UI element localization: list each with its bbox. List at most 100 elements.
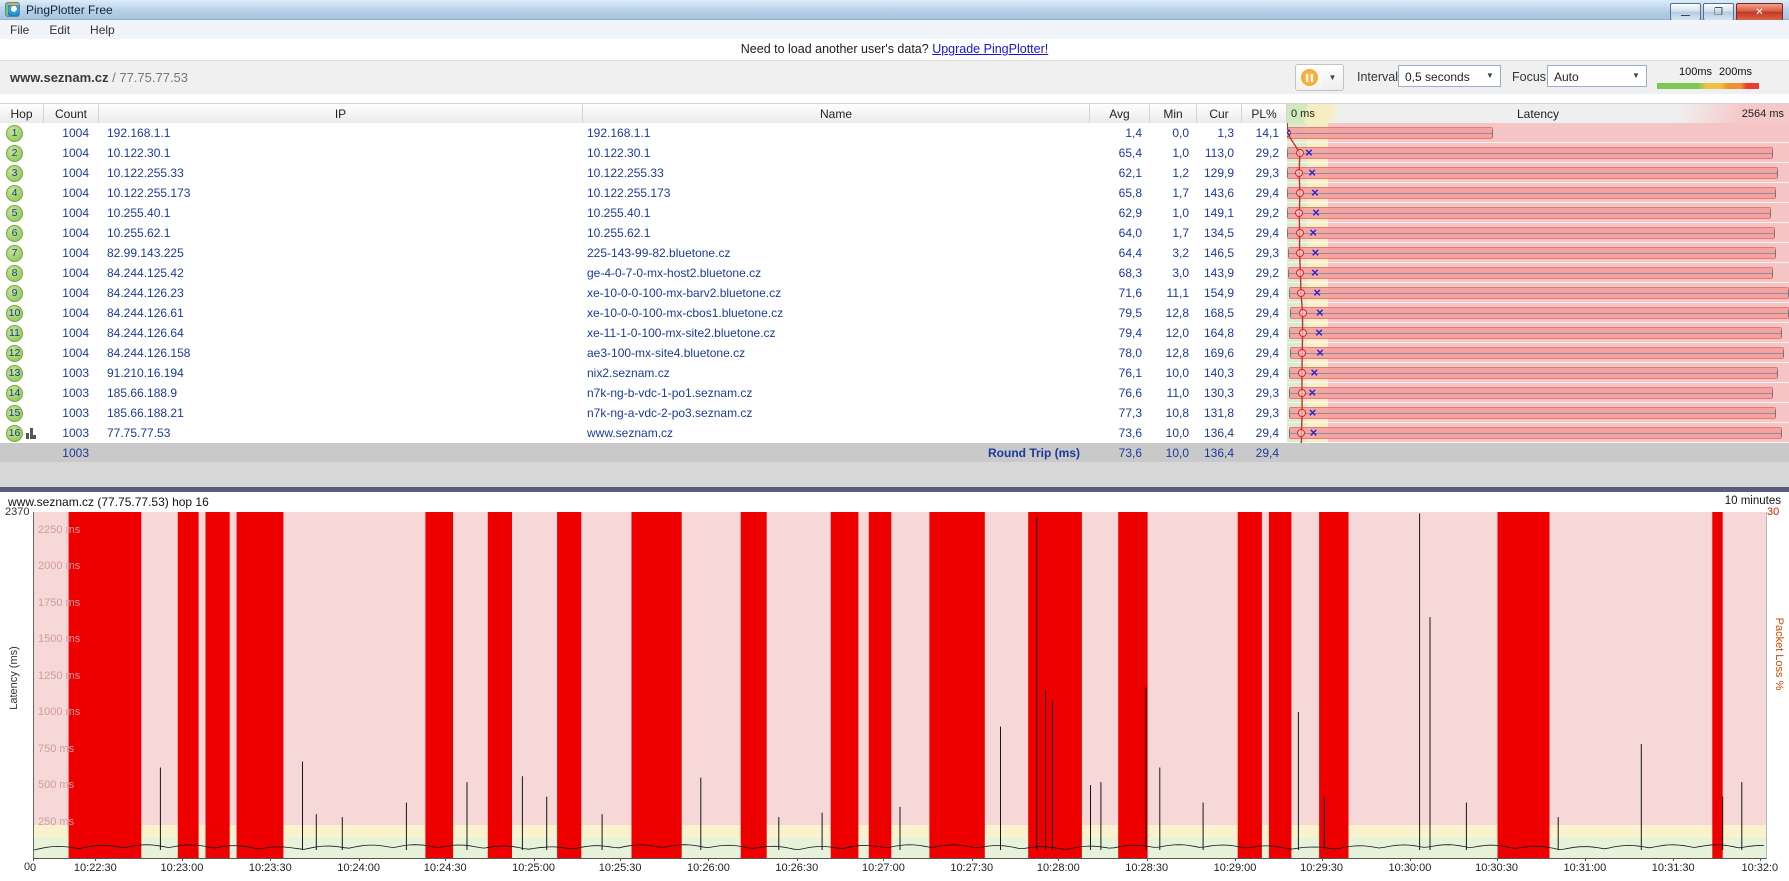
latency-cell: ×: [1287, 163, 1789, 183]
column-header-count[interactable]: Count: [44, 104, 99, 124]
current-marker: ×: [1310, 364, 1318, 382]
latency-cell: ×: [1287, 123, 1789, 143]
time-tick-label: 0: [30, 862, 36, 874]
table-row[interactable]: 8100484.244.125.42ge-4-0-7-0-mx-host2.bl…: [0, 263, 1789, 283]
current-marker: ×: [1311, 184, 1319, 202]
menu-help[interactable]: Help: [80, 21, 125, 39]
hop-number-badge: 8: [6, 265, 23, 282]
menu-file[interactable]: File: [0, 21, 39, 39]
time-tick-label: 10:23:00: [161, 862, 204, 874]
latency-title: Latency: [1517, 107, 1559, 121]
pl-cell: 29,2: [1242, 143, 1287, 163]
min-cell: 3,0: [1150, 263, 1197, 283]
rt-label: Round Trip (ms): [583, 443, 1090, 462]
hop-number-badge: 7: [6, 245, 23, 262]
column-header-ip[interactable]: IP: [99, 104, 583, 124]
hop-number-badge: 2: [6, 145, 23, 162]
avg-marker: [1296, 189, 1304, 197]
timeline-plot[interactable]: 2250 ms2000 ms1750 ms1500 ms1250 ms1000 …: [33, 512, 1767, 859]
avg-marker: [1295, 209, 1303, 217]
count-cell: 1004: [44, 243, 99, 263]
latency-axis-label: Latency (ms): [8, 618, 20, 738]
time-tick-label: 10:24:30: [424, 862, 467, 874]
upgrade-link[interactable]: Upgrade PingPlotter!: [932, 42, 1048, 56]
avg-marker: [1298, 409, 1306, 417]
hop-cell: 4: [0, 183, 44, 203]
table-row[interactable]: 9100484.244.126.23xe-10-0-0-100-mx-barv2…: [0, 283, 1789, 303]
column-header-latency[interactable]: 0 ms Latency 2564 ms: [1287, 104, 1789, 124]
time-tick-label: 10:27:30: [950, 862, 993, 874]
cur-cell: 1,3: [1197, 123, 1242, 143]
table-row[interactable]: 5100410.255.40.110.255.40.162,91,0149,12…: [0, 203, 1789, 223]
avg-cell: 73,6: [1090, 423, 1150, 443]
current-marker: ×: [1316, 304, 1324, 322]
ip-cell: 10.122.255.173: [99, 183, 583, 203]
hop-cell: 14: [0, 383, 44, 403]
avg-marker: [1296, 249, 1304, 257]
current-marker: ×: [1313, 284, 1321, 302]
column-header-cur[interactable]: Cur: [1197, 104, 1242, 124]
hop-cell: 7: [0, 243, 44, 263]
table-row[interactable]: 151003185.66.188.21n7k-ng-a-vdc-2-po3.se…: [0, 403, 1789, 423]
column-header-hop[interactable]: Hop: [0, 104, 44, 124]
hop-cell: 2: [0, 143, 44, 163]
cur-cell: 136,4: [1197, 423, 1242, 443]
min-cell: 12,0: [1150, 323, 1197, 343]
table-row[interactable]: 7100482.99.143.225225-143-99-82.bluetone…: [0, 243, 1789, 263]
focus-select[interactable]: Auto▼: [1547, 65, 1647, 87]
count-cell: 1004: [44, 263, 99, 283]
pause-button[interactable]: [1295, 64, 1324, 91]
rt-avg: 73,6: [1090, 443, 1150, 462]
current-marker: ×: [1316, 344, 1324, 362]
time-tick-label: 10:27:00: [862, 862, 905, 874]
target-bar: www.seznam.cz / 77.75.77.53 ▼ Interval 0…: [0, 60, 1789, 96]
cur-cell: 168,5: [1197, 303, 1242, 323]
latency-cell: ×: [1287, 183, 1789, 203]
current-marker: ×: [1312, 244, 1320, 262]
table-row[interactable]: 6100410.255.62.110.255.62.164,01,7134,52…: [0, 223, 1789, 243]
min-cell: 10,0: [1150, 423, 1197, 443]
count-cell: 1003: [44, 363, 99, 383]
min-cell: 10,0: [1150, 363, 1197, 383]
column-header-name[interactable]: Name: [583, 104, 1090, 124]
table-row[interactable]: 141003185.66.188.9n7k-ng-b-vdc-1-po1.sez…: [0, 383, 1789, 403]
avg-cell: 1,4: [1090, 123, 1150, 143]
window-title: PingPlotter Free: [26, 3, 113, 17]
cur-cell: 146,5: [1197, 243, 1242, 263]
table-row[interactable]: 3100410.122.255.3310.122.255.3362,11,212…: [0, 163, 1789, 183]
latency-cell: ×: [1287, 283, 1789, 303]
pl-cell: 29,3: [1242, 163, 1287, 183]
column-header-pl[interactable]: PL%: [1242, 104, 1287, 124]
latency-tick-label: 750 ms: [38, 743, 74, 755]
table-row[interactable]: 13100391.210.16.194nix2.seznam.cz76,110,…: [0, 363, 1789, 383]
interval-select[interactable]: 0,5 seconds▼: [1398, 65, 1501, 87]
time-tick-label: 10:32:0: [1741, 862, 1778, 874]
rt-pl: 29,4: [1242, 443, 1287, 462]
table-row[interactable]: 4100410.122.255.17310.122.255.17365,81,7…: [0, 183, 1789, 203]
count-cell: 1004: [44, 323, 99, 343]
ip-cell: 84.244.126.64: [99, 323, 583, 343]
timeline-plot-svg: [34, 512, 1766, 858]
table-row[interactable]: 2100410.122.30.110.122.30.165,41,0113,02…: [0, 143, 1789, 163]
latency-tick-label: 2000 ms: [38, 560, 80, 572]
avg-marker: [1296, 149, 1304, 157]
table-row[interactable]: 16100377.75.77.53www.seznam.cz73,610,013…: [0, 423, 1789, 443]
table-row[interactable]: 11004192.168.1.1192.168.1.11,40,01,314,1…: [0, 123, 1789, 143]
pause-menu-button[interactable]: ▼: [1322, 64, 1344, 91]
table-row[interactable]: 12100484.244.126.158ae3-100-mx-site4.blu…: [0, 343, 1789, 363]
column-header-avg[interactable]: Avg: [1090, 104, 1150, 124]
table-row[interactable]: 11100484.244.126.64xe-11-1-0-100-mx-site…: [0, 323, 1789, 343]
latency-cell: ×: [1287, 403, 1789, 423]
table-row[interactable]: 10100484.244.126.61xe-10-0-0-100-mx-cbos…: [0, 303, 1789, 323]
cur-cell: 143,9: [1197, 263, 1242, 283]
name-cell: 10.255.62.1: [583, 223, 1090, 243]
menu-bar: File Edit Help: [0, 20, 1789, 39]
time-tick-label: 10:30:30: [1475, 862, 1518, 874]
interval-label: Interval: [1357, 70, 1398, 84]
column-header-min[interactable]: Min: [1150, 104, 1197, 124]
pl-cell: 29,4: [1242, 183, 1287, 203]
menu-edit[interactable]: Edit: [39, 21, 80, 39]
banner-text: Need to load another user's data?: [741, 42, 929, 56]
ip-cell: 10.255.62.1: [99, 223, 583, 243]
name-cell: xe-11-1-0-100-mx-site2.bluetone.cz: [583, 323, 1090, 343]
